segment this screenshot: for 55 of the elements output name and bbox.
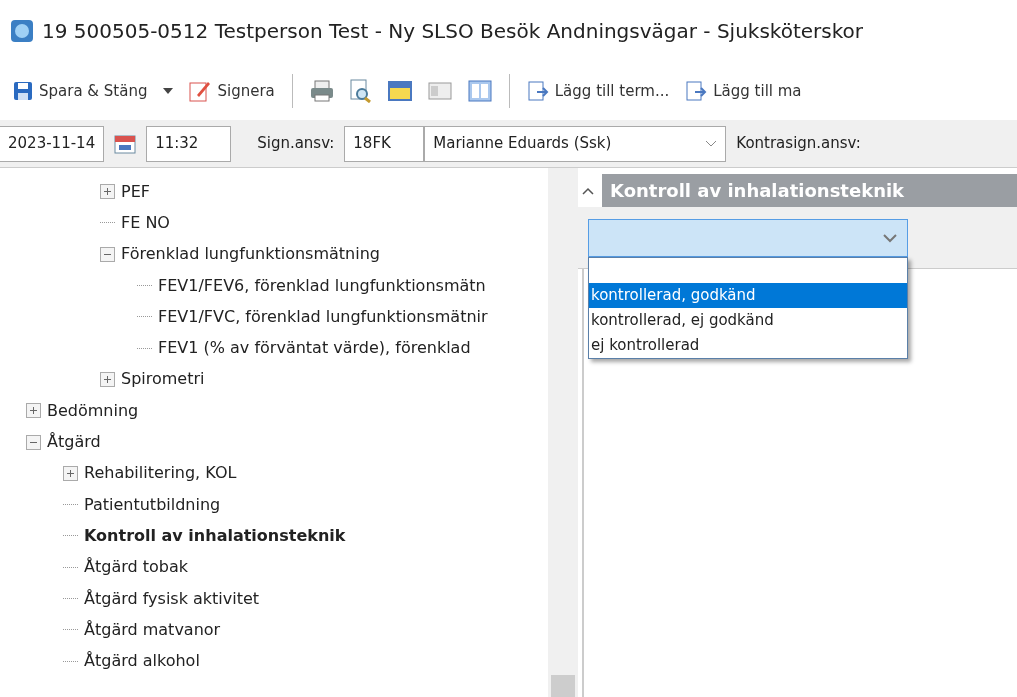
collapse-icon[interactable] [582, 186, 594, 195]
tree-item[interactable]: FEV1 (% av förväntat värde), förenklad [152, 336, 471, 361]
window-icon [387, 81, 412, 101]
field-label: Kontrasign.ansv: [736, 133, 861, 155]
tree-item[interactable]: Spirometri [115, 367, 205, 392]
tree-item[interactable]: Åtgärd alkohol [78, 649, 200, 674]
tree-item[interactable]: Rehabilitering, KOL [78, 461, 237, 486]
tree-item[interactable]: Åtgärd tobak [78, 555, 188, 580]
dropdown-option[interactable]: kontrollerad, ej godkänd [589, 308, 907, 333]
collapse-icon[interactable] [26, 434, 41, 450]
printer-icon [309, 80, 334, 102]
tree-item[interactable]: Åtgärd fysisk aktivitet [78, 586, 260, 611]
document-add-icon [685, 80, 708, 102]
window-title: 19 500505-0512 Testperson Test - Ny SLSO Besök Andningsvägar - Sjuksköterskor [42, 18, 864, 45]
dropdown-field[interactable] [588, 219, 908, 257]
app-icon [10, 19, 34, 43]
save-close-button[interactable]: Spara & Stäng [8, 76, 153, 106]
tree-item[interactable]: Åtgärd matvanor [78, 617, 221, 642]
document-add-icon [526, 80, 549, 102]
tree-item[interactable]: FEV1/FEV6, förenklad lungfunktionsmätn [152, 273, 486, 298]
save-icon [13, 81, 33, 101]
magnifier-document-icon [349, 79, 372, 103]
tree-item[interactable]: Åtgärd [41, 430, 101, 454]
sign-name-select[interactable]: Marianne Eduards (Ssk) [424, 125, 727, 162]
columns-icon [467, 80, 492, 102]
tree-item[interactable]: PEF [115, 179, 150, 204]
tree-item[interactable]: Bedömning [41, 398, 139, 423]
dropdown-option[interactable]: ej kontrollerad [589, 333, 907, 358]
dropdown-option[interactable]: kontrollerad, godkänd [589, 283, 907, 308]
tree-item[interactable]: Patientutbildning [78, 492, 221, 517]
tree-item[interactable]: FEV1/FVC, förenklad lungfunktionsmätnir [152, 304, 488, 329]
caret-icon [163, 88, 174, 94]
sign-code-field[interactable]: 18FK [344, 125, 425, 162]
calendar-icon[interactable] [114, 133, 137, 154]
date-field[interactable]: 2023-11-14 [0, 125, 105, 162]
pen-icon [189, 80, 212, 102]
chevron-down-icon [705, 139, 718, 148]
expand-icon[interactable] [100, 184, 115, 200]
collapse-icon[interactable] [100, 246, 115, 262]
field-label: Sign.ansv: [257, 133, 335, 155]
scroll-thumb[interactable] [551, 675, 575, 697]
expand-icon[interactable] [100, 371, 115, 387]
time-field[interactable]: 11:32 [146, 125, 232, 162]
section-header: Kontroll av inhalationsteknik [602, 174, 1017, 207]
scrollbar[interactable] [548, 168, 578, 697]
add-term-button[interactable]: Lägg till term... [521, 76, 675, 106]
expand-icon[interactable] [63, 465, 78, 481]
tree-item[interactable]: FE NO [115, 210, 170, 235]
panel-icon [427, 81, 452, 101]
chevron-down-icon [883, 233, 897, 243]
tree-item[interactable]: Kontroll av inhalationsteknik [78, 523, 346, 548]
sign-button[interactable]: Signera [184, 76, 280, 106]
tree-item[interactable]: Förenklad lungfunktionsmätning [115, 242, 380, 267]
add-button[interactable]: Lägg till ma [680, 76, 807, 106]
expand-icon[interactable] [26, 403, 41, 419]
